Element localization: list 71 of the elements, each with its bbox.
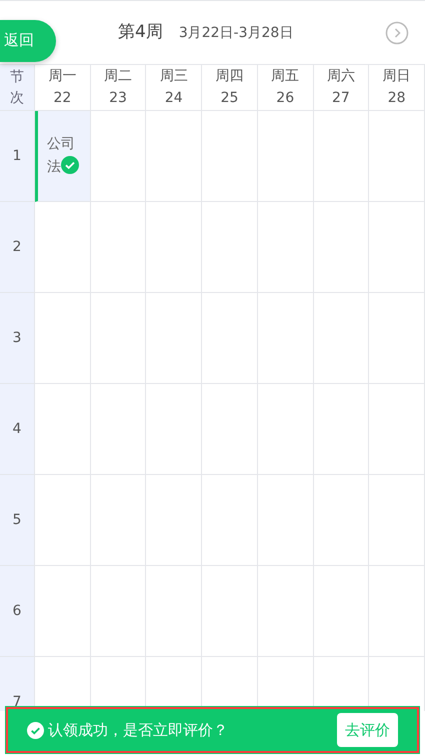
empty-slot[interactable] — [369, 475, 425, 566]
weekday-label: 周日 — [382, 66, 411, 86]
empty-slot[interactable] — [146, 202, 202, 293]
empty-slot[interactable] — [202, 566, 258, 657]
empty-slot[interactable] — [258, 293, 314, 384]
empty-slot[interactable] — [314, 111, 370, 202]
empty-slot[interactable] — [202, 111, 258, 202]
period-number: 5 — [12, 510, 22, 530]
empty-slot[interactable] — [90, 293, 146, 384]
period-number: 1 — [12, 146, 22, 166]
course-name: 公司法 — [47, 136, 75, 176]
weekday-label: 周一 — [48, 66, 76, 86]
empty-slot[interactable] — [369, 566, 425, 657]
empty-slot[interactable] — [202, 293, 258, 384]
course-card[interactable]: 公司法 — [35, 111, 91, 202]
banner-message: 认领成功，是否立即评价？ — [48, 720, 229, 741]
date-label: 27 — [332, 88, 350, 108]
period-number: 7 — [12, 692, 22, 711]
empty-slot[interactable] — [258, 384, 314, 475]
date-label: 23 — [109, 88, 127, 108]
empty-slot[interactable] — [314, 293, 370, 384]
empty-slot[interactable] — [314, 384, 370, 475]
empty-slot[interactable] — [369, 384, 425, 475]
week-title: 第4周 — [118, 20, 163, 44]
date-label: 25 — [220, 88, 238, 108]
back-button[interactable]: 返回 — [0, 20, 56, 62]
empty-slot[interactable] — [90, 384, 146, 475]
date-range: 3月22日-3月28日 — [178, 24, 294, 43]
empty-slot[interactable] — [369, 293, 425, 384]
period-number: 2 — [12, 238, 22, 256]
empty-slot[interactable] — [146, 475, 202, 566]
empty-slot[interactable] — [90, 566, 146, 657]
empty-slot[interactable] — [146, 384, 202, 475]
empty-slot[interactable] — [35, 566, 91, 657]
empty-slot[interactable] — [258, 202, 314, 293]
empty-slot[interactable] — [146, 293, 202, 384]
empty-slot[interactable] — [314, 566, 370, 657]
rate-button[interactable]: 去评价 — [337, 712, 398, 748]
empty-slot[interactable] — [35, 475, 91, 566]
empty-slot[interactable] — [314, 202, 370, 293]
date-label: 22 — [53, 88, 72, 108]
empty-slot[interactable] — [90, 475, 146, 566]
period-number: 4 — [12, 420, 22, 438]
weekday-label: 周二 — [104, 66, 132, 86]
success-icon — [27, 722, 44, 738]
empty-slot[interactable] — [146, 566, 202, 657]
empty-slot[interactable] — [369, 202, 425, 293]
weekday-label: 周六 — [326, 66, 355, 86]
empty-slot[interactable] — [258, 475, 314, 566]
empty-slot[interactable] — [202, 475, 258, 566]
empty-slot[interactable] — [369, 111, 425, 202]
empty-slot[interactable] — [202, 202, 258, 293]
empty-slot[interactable] — [90, 202, 146, 293]
empty-slot[interactable] — [35, 384, 91, 475]
weekday-label: 周四 — [215, 66, 244, 86]
next-week-icon[interactable] — [385, 21, 409, 45]
empty-slot[interactable] — [35, 293, 91, 384]
empty-slot[interactable] — [314, 475, 370, 566]
empty-slot[interactable] — [90, 111, 146, 202]
date-label: 28 — [388, 88, 406, 108]
period-number: 3 — [12, 328, 22, 348]
empty-slot[interactable] — [202, 384, 258, 475]
weekday-label: 周五 — [271, 66, 300, 86]
corner-label: 节次 — [10, 68, 24, 108]
empty-slot[interactable] — [146, 111, 202, 202]
date-label: 26 — [276, 88, 294, 108]
empty-slot[interactable] — [258, 111, 314, 202]
period-number: 6 — [12, 602, 22, 620]
weekday-label: 周三 — [160, 66, 188, 86]
date-label: 24 — [164, 88, 183, 108]
empty-slot[interactable] — [258, 566, 314, 657]
